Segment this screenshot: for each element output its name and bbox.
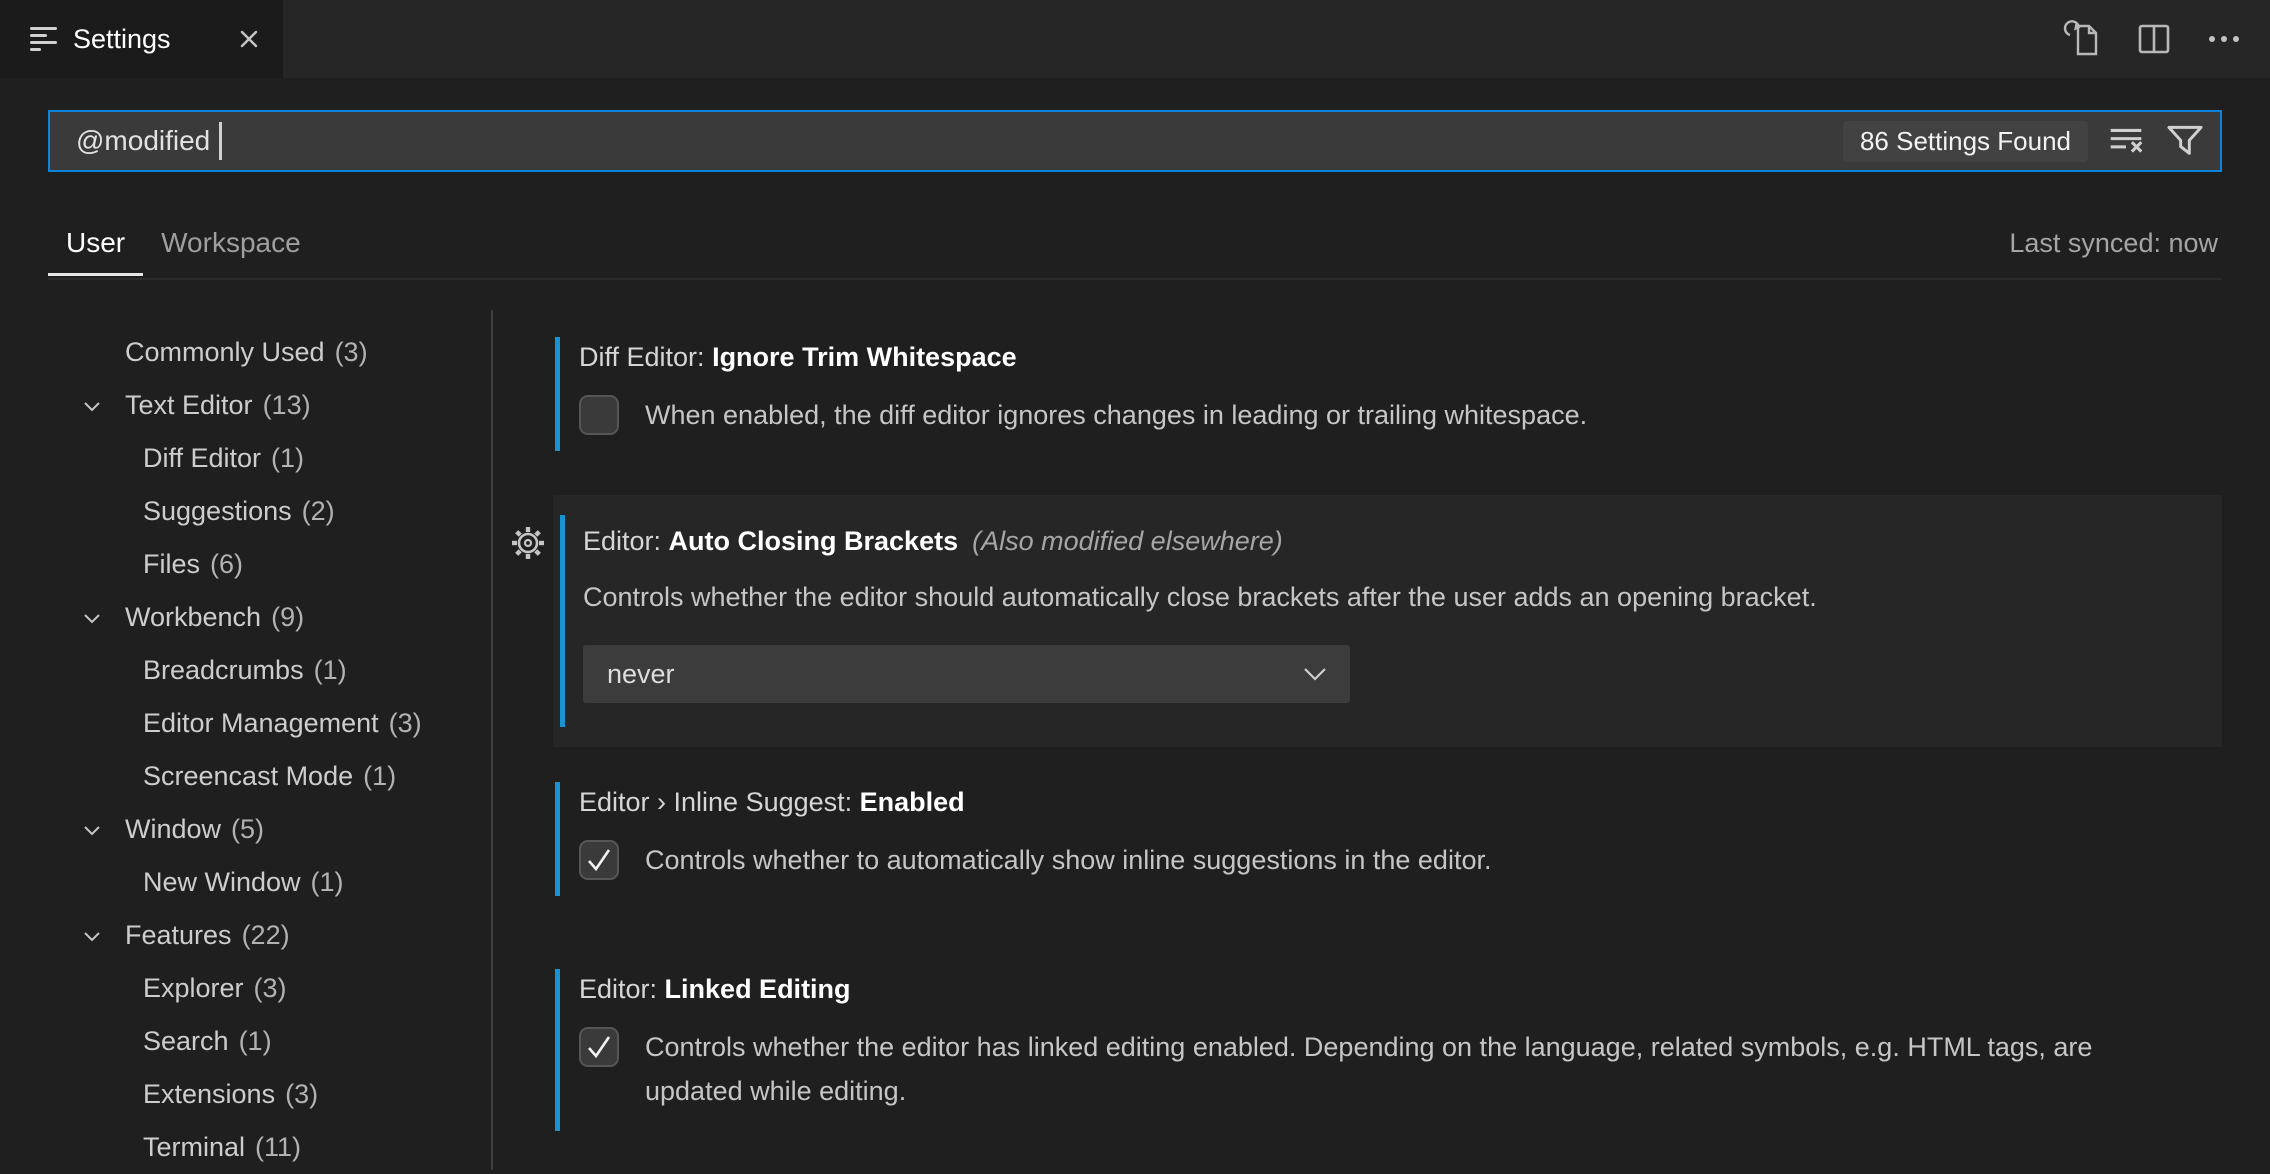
- toc-item-commonly-used[interactable]: Commonly Used (3): [48, 326, 488, 379]
- clear-search-icon[interactable]: [2106, 121, 2146, 161]
- setting-description: When enabled, the diff editor ignores ch…: [645, 400, 1588, 430]
- modified-indicator-bar: [555, 969, 560, 1131]
- auto-closing-brackets-select[interactable]: never: [583, 645, 1350, 703]
- setting-title: Editor: Auto Closing Brackets (Also modif…: [583, 526, 1283, 556]
- also-modified-annotation: (Also modified elsewhere): [972, 526, 1283, 556]
- chevron-down-icon[interactable]: [82, 926, 102, 946]
- modified-indicator-bar: [560, 515, 565, 727]
- close-tab-icon[interactable]: [235, 25, 263, 53]
- text-cursor: [219, 122, 223, 160]
- settings-tab[interactable]: Settings: [0, 0, 283, 78]
- settings-toc: Commonly Used (3) Text Editor (13) Diff Ed…: [48, 326, 488, 1174]
- toc-item-workbench[interactable]: Workbench (9): [48, 591, 488, 644]
- settings-found-badge: 86 Settings Found: [1842, 120, 2088, 162]
- setting-row-editor-linked-editing: Editor: Linked Editing Controls whether …: [553, 965, 2222, 1135]
- toc-item-diff-editor[interactable]: Diff Editor (1): [48, 432, 488, 485]
- open-settings-json-icon[interactable]: [2062, 18, 2104, 60]
- setting-row-editor-inline-suggest-enabled: Editor › Inline Suggest: Enabled Control…: [553, 778, 2222, 900]
- select-value: never: [607, 658, 675, 689]
- toc-item-screencast-mode[interactable]: Screencast Mode (1): [48, 750, 488, 803]
- chevron-down-icon: [1304, 668, 1326, 681]
- setting-row-editor-auto-closing-brackets: Editor: Auto Closing Brackets (Also modif…: [512, 495, 2222, 747]
- editor-tab-bar: Settings: [0, 0, 2270, 78]
- toc-item-terminal[interactable]: Terminal (11): [48, 1121, 488, 1174]
- setting-title: Editor › Inline Suggest: Enabled: [579, 787, 965, 817]
- scope-tab-workspace[interactable]: Workspace: [143, 211, 319, 276]
- setting-description: Controls whether to automatically show i…: [645, 845, 1492, 875]
- editor-actions: [2062, 0, 2244, 78]
- search-query-text: @modified: [76, 125, 211, 156]
- setting-row-diff-editor-ignore-trim-whitespace: Diff Editor: Ignore Trim Whitespace When…: [553, 333, 2222, 455]
- filter-settings-icon[interactable]: [2164, 120, 2206, 162]
- chevron-down-icon[interactable]: [82, 608, 102, 628]
- checkmark-icon: [588, 849, 611, 872]
- last-synced-label: Last synced: now: [2009, 227, 2218, 258]
- setting-title: Diff Editor: Ignore Trim Whitespace: [579, 342, 1017, 372]
- setting-description: Controls whether the editor has linked e…: [645, 1032, 2093, 1106]
- split-editor-icon[interactable]: [2134, 19, 2174, 59]
- ignore-trim-whitespace-checkbox[interactable]: [579, 395, 619, 435]
- toc-item-window[interactable]: Window (5): [48, 803, 488, 856]
- toc-resize-sash[interactable]: [491, 310, 493, 1170]
- modified-indicator-bar: [555, 337, 560, 451]
- modified-indicator-bar: [555, 782, 560, 896]
- more-actions-icon[interactable]: [2204, 19, 2244, 59]
- toc-item-features[interactable]: Features (22): [48, 909, 488, 962]
- chevron-down-icon[interactable]: [82, 820, 102, 840]
- toc-item-editor-management[interactable]: Editor Management (3): [48, 697, 488, 750]
- toc-item-text-editor[interactable]: Text Editor (13): [48, 379, 488, 432]
- toc-item-files[interactable]: Files (6): [48, 538, 488, 591]
- settings-editor-icon: [30, 26, 57, 52]
- tab-title: Settings: [73, 23, 171, 54]
- setting-title: Editor: Linked Editing: [579, 974, 851, 1004]
- settings-search-input[interactable]: @modified 86 Settings Found: [48, 110, 2222, 172]
- toc-item-new-window[interactable]: New Window (1): [48, 856, 488, 909]
- toc-item-breadcrumbs[interactable]: Breadcrumbs (1): [48, 644, 488, 697]
- checkmark-icon: [588, 1036, 611, 1059]
- toc-item-extensions[interactable]: Extensions (3): [48, 1068, 488, 1121]
- toc-item-search[interactable]: Search (1): [48, 1015, 488, 1068]
- inline-suggest-enabled-checkbox[interactable]: [579, 840, 619, 880]
- chevron-down-icon[interactable]: [82, 396, 102, 416]
- settings-scope-row: User Workspace Last synced: now: [48, 208, 2222, 280]
- toc-item-explorer[interactable]: Explorer (3): [48, 962, 488, 1015]
- scope-tab-user[interactable]: User: [48, 211, 144, 276]
- toc-item-suggestions[interactable]: Suggestions (2): [48, 485, 488, 538]
- setting-description: Controls whether the editor should autom…: [583, 582, 1817, 612]
- gear-icon[interactable]: [507, 522, 549, 564]
- linked-editing-checkbox[interactable]: [579, 1027, 619, 1067]
